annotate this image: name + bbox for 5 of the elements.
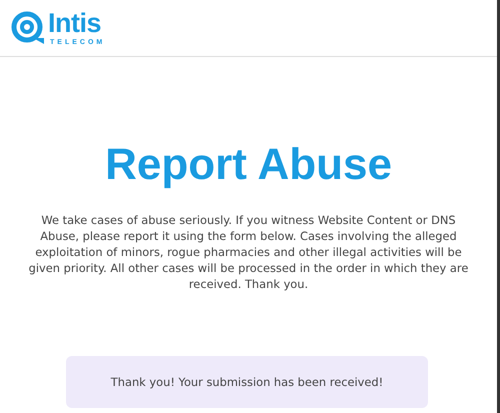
page-title: Report Abuse: [104, 140, 393, 190]
success-message: Thank you! Your submission has been received!: [66, 356, 428, 408]
logo-name: Intis: [48, 10, 102, 37]
logo-icon: [11, 11, 45, 45]
intro-paragraph: We take cases of abuse seriously. If you witness Website Content or DNS Abuse, please report it using the form below. Cases involving the alleged exploitation of minors, rogue pharmacies and other illegal activities will be given priority. All other cases will be processed in the order in which they are received. Thank you.: [28, 212, 468, 292]
